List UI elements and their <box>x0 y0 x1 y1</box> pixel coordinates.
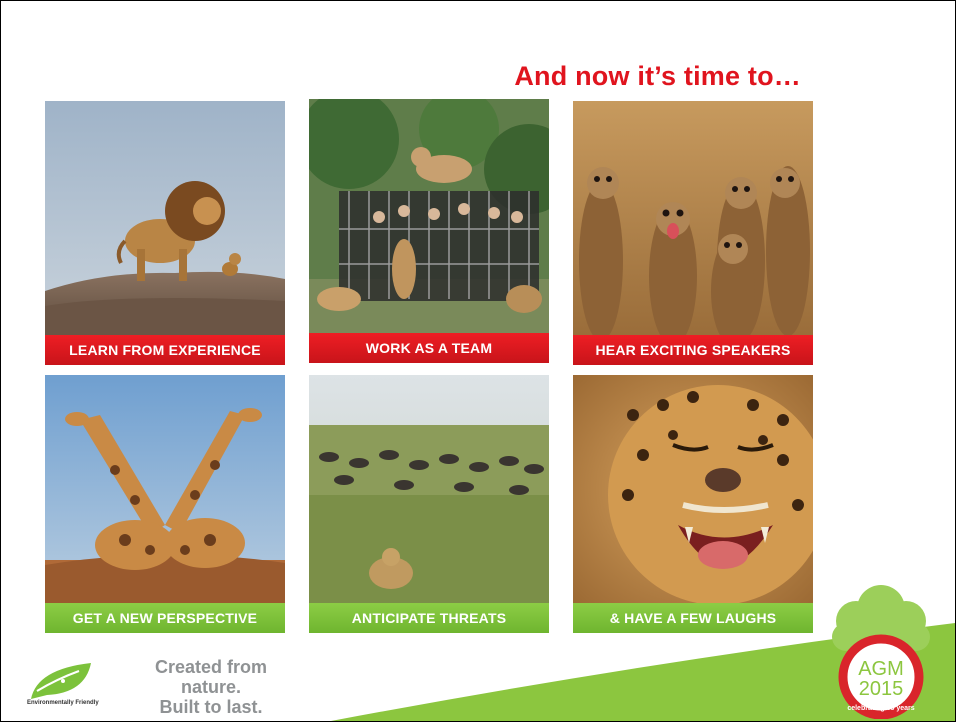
agm-badge: AGM 2015 celebrating 55 years <box>821 579 941 719</box>
tagline-line-2: Built to last. <box>159 697 263 717</box>
tagline-line-1: Created from nature. <box>154 657 268 697</box>
slide: And now it’s time to… LEARN FROM EXPERIE… <box>0 0 956 722</box>
footer-swoosh <box>331 623 955 721</box>
agm-year: 2015 <box>858 678 904 700</box>
eco-label: Environmentally Friendly <box>27 700 99 706</box>
eco-leaf-icon <box>31 663 91 699</box>
agm-text: AGM <box>858 658 904 680</box>
agm-ring-text: celebrating 55 years <box>847 705 915 712</box>
tagline: Created from nature. Built to last. <box>131 657 291 717</box>
